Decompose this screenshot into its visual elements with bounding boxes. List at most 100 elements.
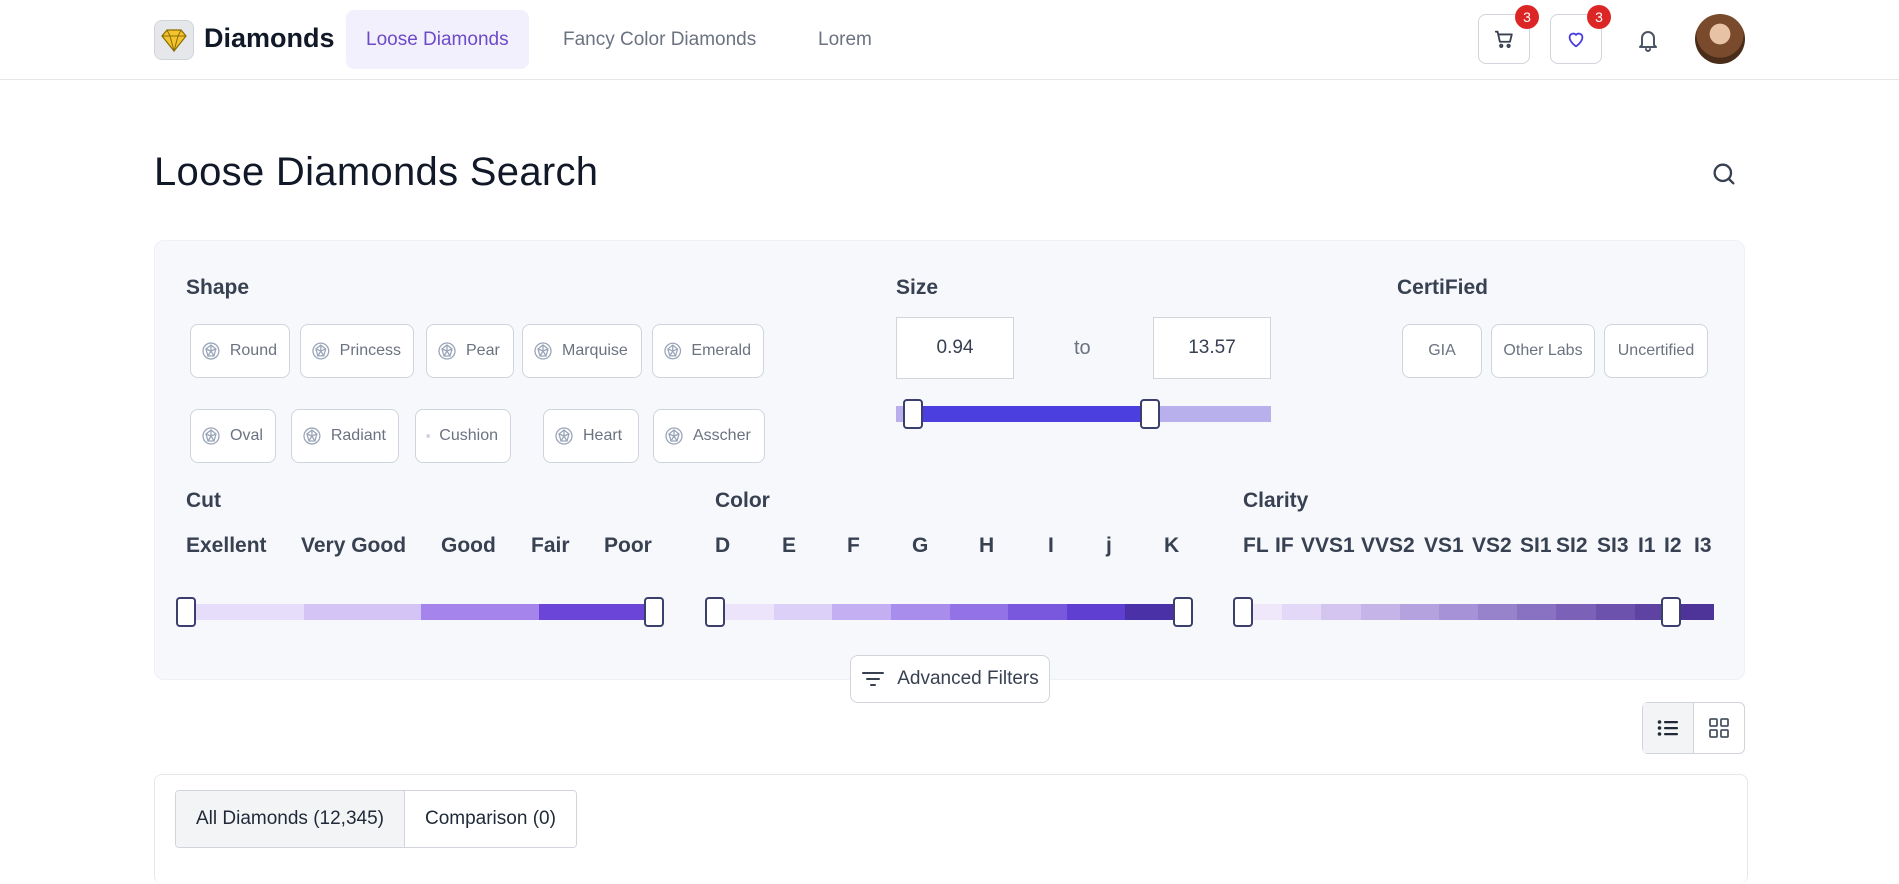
clarity-scale-segment [1595, 604, 1636, 620]
cart-icon [1494, 30, 1513, 48]
cut-scale-segment [303, 604, 422, 620]
clarity-grade-if: IF [1275, 534, 1294, 557]
cut-scale-segment [421, 604, 539, 620]
clarity-grade-si2: SI2 [1556, 534, 1588, 557]
grid-icon [1709, 718, 1729, 738]
shape-option-label: Marquise [562, 342, 628, 359]
shape-option-label: Heart [583, 427, 623, 444]
diamond-shape-icon [438, 342, 456, 360]
color-grade-h: H [979, 534, 995, 557]
clarity-grade-vs2: VS2 [1472, 534, 1512, 557]
shape-option-princess[interactable]: Princess [300, 324, 414, 378]
color-slider-min-handle[interactable] [705, 597, 725, 627]
search-button[interactable] [1710, 160, 1738, 188]
clarity-label: Clarity [1243, 489, 1309, 512]
tab-comparison[interactable]: Comparison (0) [404, 791, 576, 847]
clarity-grade-si1: SI1 [1520, 534, 1552, 557]
color-scale-segment [1066, 604, 1126, 620]
diamond-shape-icon [303, 427, 321, 445]
size-min-input[interactable]: 0.94 [896, 317, 1014, 379]
page-title: Loose Diamonds Search [154, 150, 599, 194]
size-max-input[interactable]: 13.57 [1153, 317, 1271, 379]
cut-grade-fair: Fair [531, 534, 570, 557]
wishlist-count-badge: 3 [1587, 5, 1611, 29]
wishlist-button[interactable]: 3 [1550, 5, 1611, 64]
heart-icon [1568, 32, 1584, 48]
bell-icon [1639, 31, 1657, 52]
clarity-scale-segment [1282, 604, 1323, 620]
notifications-button[interactable] [1632, 24, 1664, 56]
diamond-shape-icon [555, 427, 573, 445]
cut-slider-max-handle[interactable] [644, 597, 664, 627]
size-label: Size [896, 276, 939, 299]
shape-label: Shape [186, 276, 250, 299]
advanced-filters-button[interactable]: Advanced Filters [850, 655, 1050, 703]
clarity-grade-vvs2: VVS2 [1361, 534, 1415, 557]
color-grade-d: D [715, 534, 731, 557]
diamond-shape-icon [534, 342, 552, 360]
color-label: Color [715, 489, 770, 512]
diamond-logo-icon[interactable] [154, 20, 194, 60]
shape-option-oval[interactable]: Oval [190, 409, 276, 463]
diamond-shape-icon [665, 427, 683, 445]
shape-option-cushion[interactable]: Cushion [415, 409, 511, 463]
shape-option-emerald[interactable]: Emerald [652, 324, 764, 378]
cut-slider-min-handle[interactable] [176, 597, 196, 627]
clarity-scale-segment [1517, 604, 1558, 620]
cert-uncertified-button[interactable]: Uncertified [1604, 324, 1708, 378]
shape-option-label: Radiant [330, 427, 386, 444]
color-scale-segment [832, 604, 892, 620]
shape-option-round[interactable]: Round [190, 324, 290, 378]
color-grade-e: E [782, 534, 797, 557]
clarity-scale-segment [1321, 604, 1362, 620]
shape-option-label: Pear [466, 342, 500, 359]
cert-other-labs-button[interactable]: Other Labs [1491, 324, 1595, 378]
shape-option-heart[interactable]: Heart [543, 409, 639, 463]
shape-option-label: Emerald [691, 342, 751, 359]
results-tabs: All Diamonds (12,345) Comparison (0) [175, 790, 577, 848]
clarity-grade-si3: SI3 [1597, 534, 1629, 557]
clarity-grade-vvs1: VVS1 [1301, 534, 1355, 557]
cut-grade-poor: Poor [604, 534, 652, 557]
size-slider-max-handle[interactable] [1140, 399, 1160, 429]
brand-name[interactable]: Diamonds [204, 23, 335, 54]
clarity-grade-fl: FL [1243, 534, 1269, 557]
diamond-shape-icon [202, 427, 220, 445]
diamond-shape-icon [202, 342, 220, 360]
shape-option-label: Cushion [439, 427, 498, 444]
clarity-grade-i2: I2 [1664, 534, 1682, 557]
shape-option-asscher[interactable]: Asscher [653, 409, 765, 463]
clarity-slider-max-handle[interactable] [1661, 597, 1681, 627]
clarity-scale-segment [1478, 604, 1518, 620]
clarity-slider-min-handle[interactable] [1233, 597, 1253, 627]
cut-grade-good: Good [441, 534, 496, 557]
shape-option-pear[interactable]: Pear [426, 324, 514, 378]
tab-all-diamonds[interactable]: All Diamonds (12,345) [176, 791, 405, 847]
clarity-grade-i1: I1 [1638, 534, 1656, 557]
shape-option-label: Oval [230, 427, 263, 444]
cut-grade-exellent: Exellent [186, 534, 267, 557]
cart-button[interactable]: 3 [1478, 5, 1539, 64]
color-grade-i: I [1048, 534, 1054, 557]
cut-scale-segment [186, 604, 304, 620]
nav-fancy-color-diamonds[interactable]: Fancy Color Diamonds [543, 10, 776, 69]
cut-scale-segment [538, 604, 657, 620]
user-avatar[interactable] [1695, 14, 1745, 64]
nav-lorem[interactable]: Lorem [798, 10, 892, 69]
results-panel: All Diamonds (12,345) Comparison (0) [154, 774, 1748, 884]
nav-loose-diamonds[interactable]: Loose Diamonds [346, 10, 529, 69]
color-slider-max-handle[interactable] [1173, 597, 1193, 627]
list-view-button[interactable] [1643, 703, 1694, 753]
clarity-scale-segment [1360, 604, 1401, 620]
grid-view-button[interactable] [1694, 703, 1744, 753]
clarity-grade-i3: I3 [1694, 534, 1712, 557]
cert-gia-button[interactable]: GIA [1402, 324, 1482, 378]
shape-option-label: Asscher [693, 427, 751, 444]
diamond-shape-icon [664, 342, 682, 360]
shape-option-radiant[interactable]: Radiant [291, 409, 399, 463]
color-grade-f: F [847, 534, 860, 557]
cut-label: Cut [186, 489, 221, 512]
size-slider-min-handle[interactable] [903, 399, 923, 429]
shape-option-marquise[interactable]: Marquise [522, 324, 642, 378]
color-scale-segment [1008, 604, 1068, 620]
